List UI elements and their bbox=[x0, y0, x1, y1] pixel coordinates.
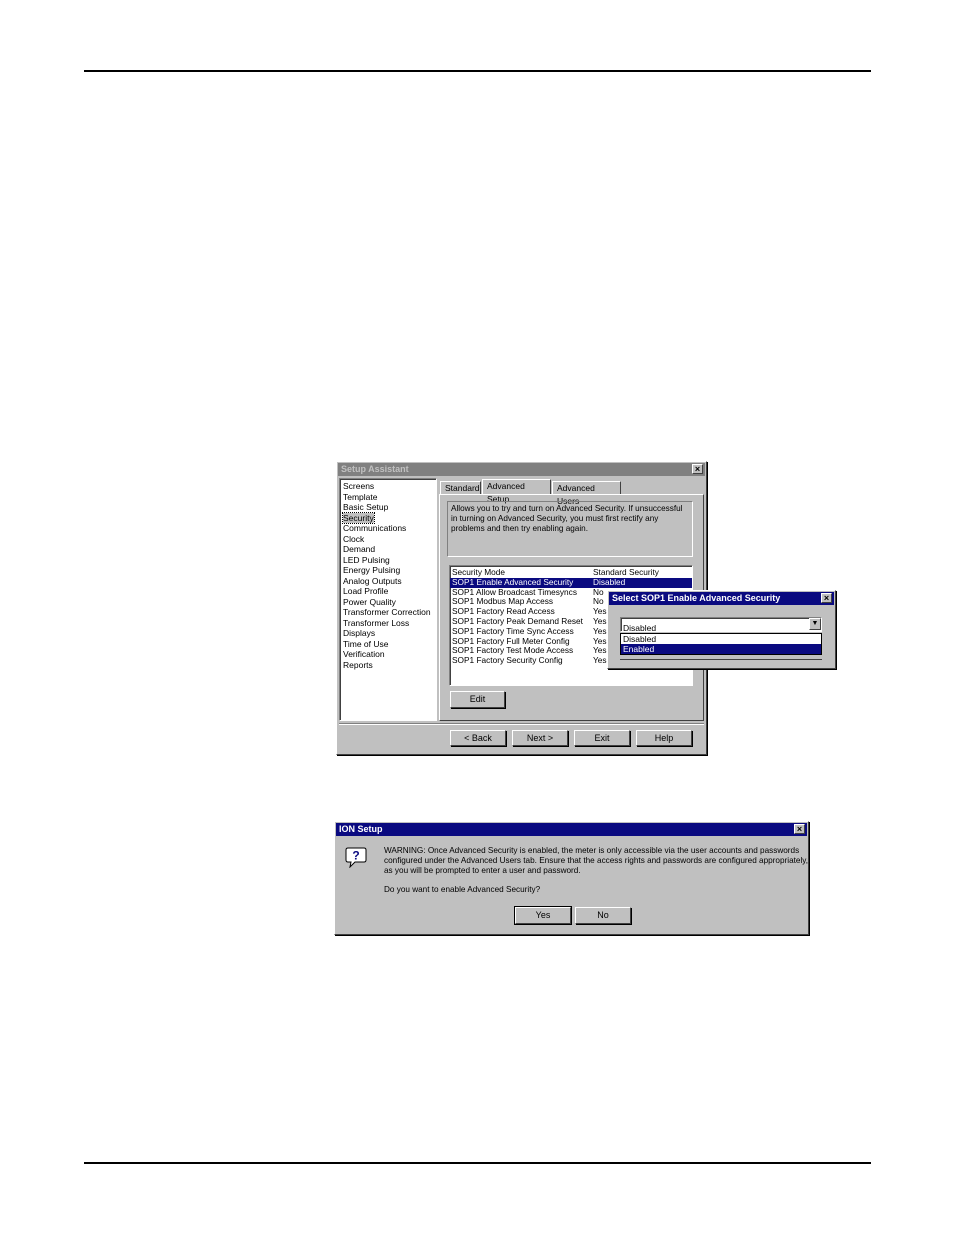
question-text: Do you want to enable Advanced Security? bbox=[384, 885, 541, 894]
sidebar-item-label: Template bbox=[343, 491, 378, 502]
sidebar-item-led-pulsing[interactable]: LED Pulsing bbox=[340, 555, 436, 566]
select-dialog: Select SOP1 Enable Advanced Security × D… bbox=[607, 590, 836, 669]
sidebar-item-clock[interactable]: Clock bbox=[340, 534, 436, 545]
window-title: Setup Assistant bbox=[341, 464, 409, 474]
param-name: SOP1 Factory Security Config bbox=[452, 656, 563, 666]
sidebar-item-label: Displays bbox=[343, 628, 376, 638]
description-text: Allows you to try and turn on Advanced S… bbox=[451, 504, 683, 533]
edit-button[interactable]: Edit bbox=[450, 691, 505, 708]
param-name: SOP1 Factory Test Mode Access bbox=[452, 646, 574, 656]
value-dropdown[interactable]: Disabled ▼ bbox=[620, 617, 822, 633]
sidebar-item-transformer-loss[interactable]: Transformer Loss bbox=[340, 618, 436, 629]
ion-dialog-title: ION Setup bbox=[339, 824, 383, 834]
param-name: SOP1 Enable Advanced Security bbox=[452, 577, 574, 587]
sidebar-item-time-of-use[interactable]: Time of Use bbox=[340, 639, 436, 650]
param-name: SOP1 Modbus Map Access bbox=[452, 597, 553, 607]
sidebar-item-label: LED Pulsing bbox=[343, 554, 390, 565]
no-button[interactable]: No bbox=[575, 907, 631, 924]
sidebar-item-screens[interactable]: Screens bbox=[340, 481, 436, 492]
sidebar-item-label: Energy Pulsing bbox=[343, 565, 401, 575]
param-name: SOP1 Factory Read Access bbox=[452, 607, 555, 617]
yes-button[interactable]: Yes bbox=[514, 906, 572, 925]
sidebar-item-security[interactable]: Security bbox=[340, 511, 436, 524]
back-button[interactable]: < Back bbox=[450, 730, 506, 746]
sidebar-item-label: Load Profile bbox=[343, 586, 389, 596]
sidebar-item-label: Communications bbox=[343, 523, 407, 533]
tab-advanced-users[interactable]: Advanced Users bbox=[552, 481, 621, 506]
sidebar-item-label: Basic Setup bbox=[343, 502, 389, 512]
sidebar-item-label: Screens bbox=[343, 481, 375, 491]
param-value: Yes bbox=[593, 655, 607, 666]
param-name: SOP1 Factory Peak Demand Reset bbox=[452, 616, 583, 626]
param-name: SOP1 Factory Time Sync Access bbox=[452, 626, 574, 636]
footer-rule bbox=[84, 1162, 871, 1164]
header-rule bbox=[84, 70, 871, 72]
question-icon: ? bbox=[345, 846, 367, 869]
sidebar-item-label: Power Quality bbox=[343, 596, 396, 607]
ion-setup-dialog: ION Setup × ? WARNING: Once Advanced Sec… bbox=[334, 821, 809, 935]
param-name: SOP1 Factory Full Meter Config bbox=[452, 636, 570, 646]
close-icon[interactable]: × bbox=[821, 593, 832, 603]
description-box: Allows you to try and turn on Advanced S… bbox=[447, 501, 693, 557]
sidebar-item-label: Demand bbox=[343, 544, 376, 554]
sidebar-item-transformer-correction[interactable]: Transformer Correction bbox=[340, 607, 436, 618]
sidebar-item-verification[interactable]: Verification bbox=[340, 649, 436, 660]
table-row[interactable]: Security Mode Standard Security bbox=[450, 567, 692, 578]
sidebar-item-reports[interactable]: Reports bbox=[340, 660, 436, 671]
sidebar-item-energy-pulsing[interactable]: Energy Pulsing bbox=[340, 565, 436, 576]
sidebar-item-template[interactable]: Template bbox=[340, 492, 436, 503]
sidebar-item-label: Transformer Loss bbox=[343, 617, 410, 628]
sidebar-item-label: Analog Outputs bbox=[343, 575, 402, 586]
sidebar-item-label: Security bbox=[342, 511, 375, 524]
sidebar-item-analog-outputs[interactable]: Analog Outputs bbox=[340, 576, 436, 587]
chevron-down-icon[interactable]: ▼ bbox=[809, 618, 821, 630]
param-name: Security Mode bbox=[452, 568, 506, 577]
svg-text:?: ? bbox=[352, 849, 359, 863]
exit-button[interactable]: Exit bbox=[574, 730, 630, 746]
help-button[interactable]: Help bbox=[636, 730, 692, 746]
dropdown-options: Disabled Enabled bbox=[620, 633, 822, 655]
close-icon[interactable]: × bbox=[692, 464, 703, 474]
sidebar-item-label: Time of Use bbox=[343, 638, 389, 649]
tab-advanced-setup[interactable]: Advanced Setup bbox=[482, 479, 551, 504]
tab-standard[interactable]: Standard bbox=[440, 481, 481, 494]
bottom-separator bbox=[339, 723, 704, 725]
select-dialog-titlebar[interactable]: Select SOP1 Enable Advanced Security × bbox=[609, 592, 834, 605]
sidebar-item-power-quality[interactable]: Power Quality bbox=[340, 597, 436, 608]
setup-assistant-titlebar[interactable]: Setup Assistant × bbox=[338, 463, 705, 476]
close-icon[interactable]: × bbox=[794, 824, 805, 834]
dropdown-option[interactable]: Disabled bbox=[621, 634, 821, 644]
sidebar-item-displays[interactable]: Displays bbox=[340, 628, 436, 639]
obscured-button-row bbox=[620, 655, 822, 660]
ion-dialog-titlebar[interactable]: ION Setup × bbox=[336, 823, 807, 836]
warning-text: WARNING: Once Advanced Security is enabl… bbox=[384, 846, 809, 875]
sidebar-item-demand[interactable]: Demand bbox=[340, 544, 436, 555]
sidebar-item-label: Verification bbox=[343, 649, 385, 659]
param-name: SOP1 Allow Broadcast Timesyncs bbox=[452, 587, 577, 597]
sidebar-item-load-profile[interactable]: Load Profile bbox=[340, 586, 436, 597]
sidebar-item-basic-setup[interactable]: Basic Setup bbox=[340, 502, 436, 513]
sidebar-item-communications[interactable]: Communications bbox=[340, 523, 436, 534]
table-row[interactable]: SOP1 Enable Advanced Security Disabled bbox=[450, 577, 692, 588]
dropdown-value: Disabled bbox=[623, 623, 657, 633]
sidebar-item-label: Reports bbox=[343, 659, 373, 670]
nav-list[interactable]: Screens Template Basic Setup Security Commun… bbox=[339, 478, 437, 721]
tab-strip: Standard Advanced Setup Advanced Users bbox=[440, 479, 702, 506]
sidebar-item-label: Transformer Correction bbox=[343, 607, 431, 617]
select-dialog-title: Select SOP1 Enable Advanced Security bbox=[612, 593, 781, 603]
dropdown-option[interactable]: Enabled bbox=[621, 644, 821, 654]
sidebar-item-label: Clock bbox=[343, 533, 365, 544]
next-button[interactable]: Next > bbox=[512, 730, 568, 746]
